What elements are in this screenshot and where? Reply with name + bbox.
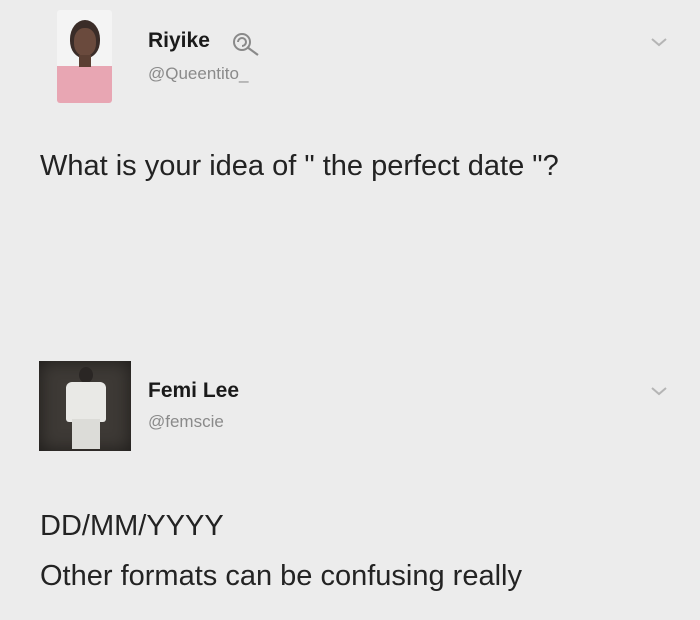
display-name[interactable]: Riyike [148, 29, 210, 53]
chevron-down-icon[interactable] [650, 36, 668, 48]
display-name[interactable]: Femi Lee [148, 379, 239, 403]
handle[interactable]: @Queentito_ [148, 64, 248, 84]
chevron-down-icon[interactable] [650, 385, 668, 397]
avatar-figure-legs [72, 419, 100, 449]
avatar-neck [79, 55, 91, 67]
avatar[interactable] [39, 361, 131, 451]
avatar-face [74, 28, 96, 56]
tweet-text: DD/MM/YYYY Other formats can be confusin… [40, 501, 680, 601]
tweet-text-line: Other formats can be confusing really [40, 560, 522, 592]
tweet-text: What is your idea of " the perfect date … [40, 150, 559, 182]
avatar-figure-head [79, 367, 93, 383]
handle[interactable]: @femscie [148, 412, 224, 432]
avatar-figure-body [66, 382, 106, 422]
lollipop-icon [233, 33, 259, 56]
avatar[interactable] [57, 10, 112, 103]
tweet-text-line: DD/MM/YYYY [40, 510, 224, 542]
tweet-riyike: Riyike @Queentito_ What is your idea of … [0, 0, 700, 330]
